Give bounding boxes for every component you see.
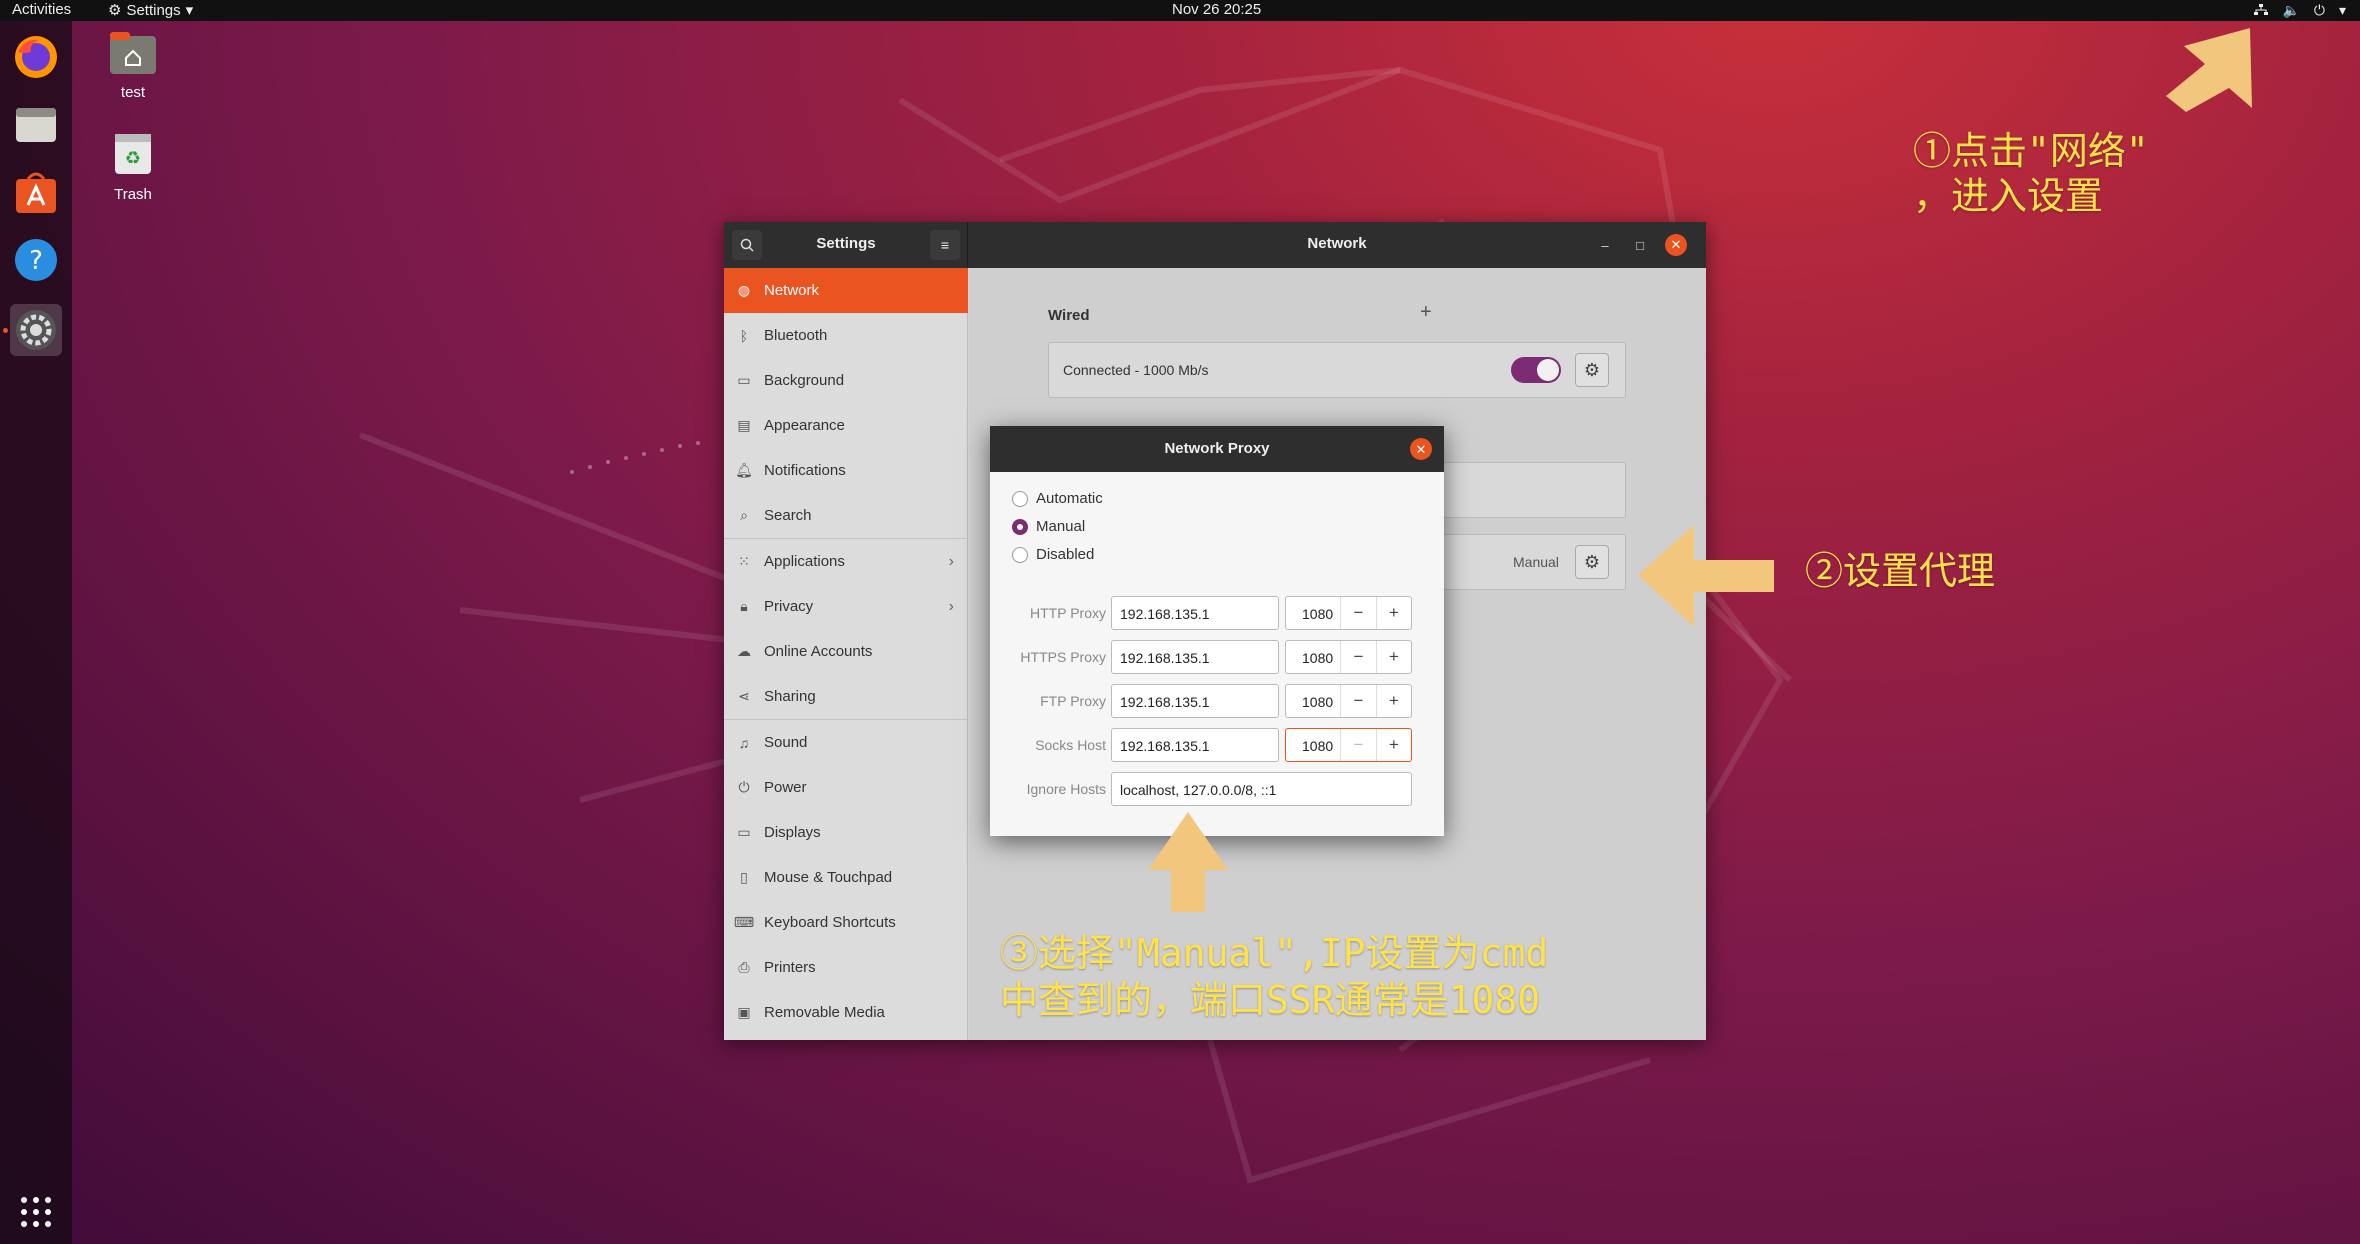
annotation-step2: ②设置代理 [1805, 549, 1996, 593]
annotation-step3-line2: 中查到的，端口SSR通常是1080 [1000, 978, 1541, 1022]
annotation-step1-line1: ①点击"网络" [1913, 129, 2149, 173]
annotation-step3-line1: ③选择"Manual",IP设置为cmd [1000, 931, 1549, 975]
arrow-to-proxy-row [1638, 525, 1774, 627]
annotation-step1-line2: ，进入设置 [1913, 174, 2104, 218]
arrow-to-network-icon [2166, 28, 2252, 112]
arrow-to-ignore-hosts [1148, 812, 1228, 912]
